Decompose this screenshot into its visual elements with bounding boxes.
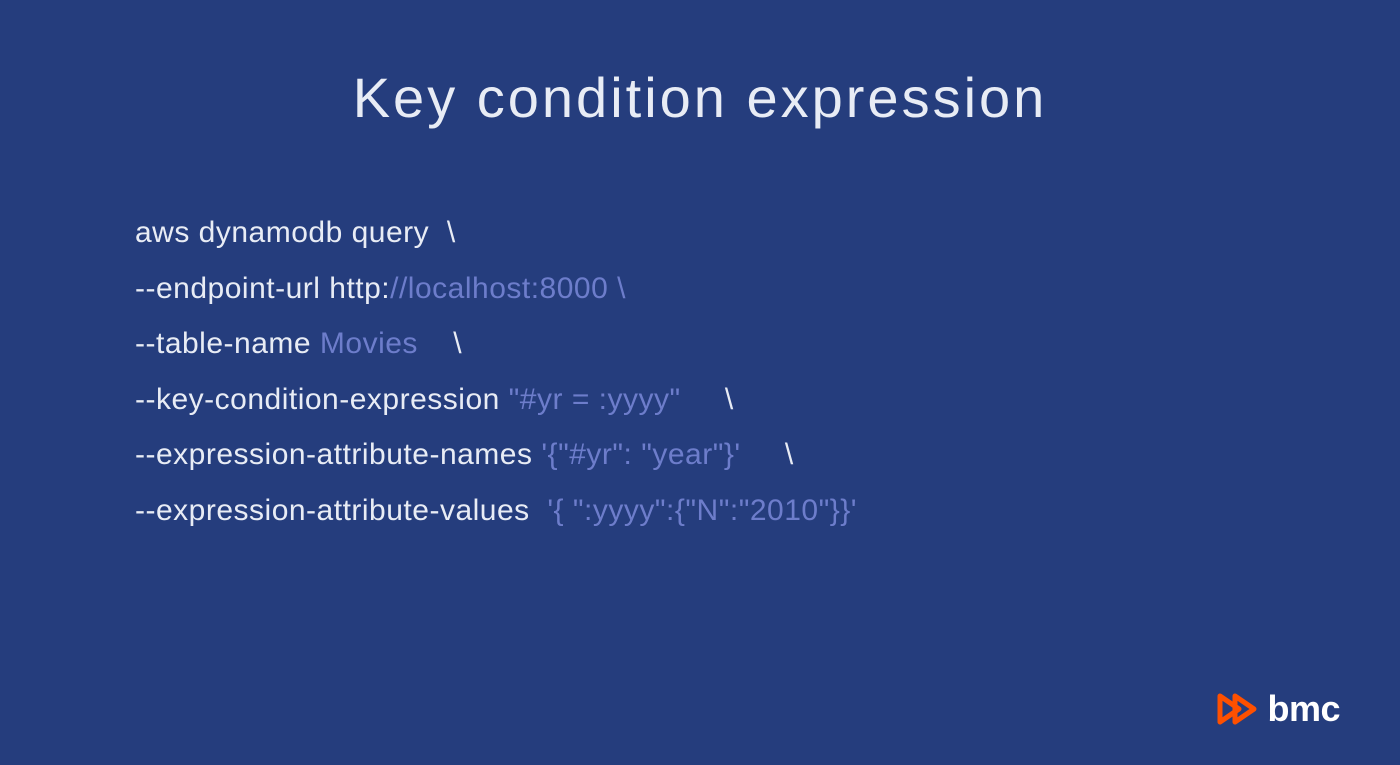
- page-title: Key condition expression: [0, 65, 1400, 130]
- code-line-4: --key-condition-expression "#yr = :yyyy"…: [135, 372, 1400, 428]
- bmc-logo-text: bmc: [1267, 688, 1340, 730]
- brand-logo: bmc: [1217, 688, 1340, 730]
- code-line-5: --expression-attribute-names '{"#yr": "y…: [135, 427, 1400, 483]
- code-line-2: --endpoint-url http://localhost:8000 \: [135, 261, 1400, 317]
- code-line-3: --table-name Movies \: [135, 316, 1400, 372]
- bmc-logo-icon: [1217, 690, 1261, 728]
- code-line-1: aws dynamodb query \: [135, 205, 1400, 261]
- code-block: aws dynamodb query \ --endpoint-url http…: [135, 205, 1400, 538]
- code-line-6: --expression-attribute-values '{ ":yyyy"…: [135, 483, 1400, 539]
